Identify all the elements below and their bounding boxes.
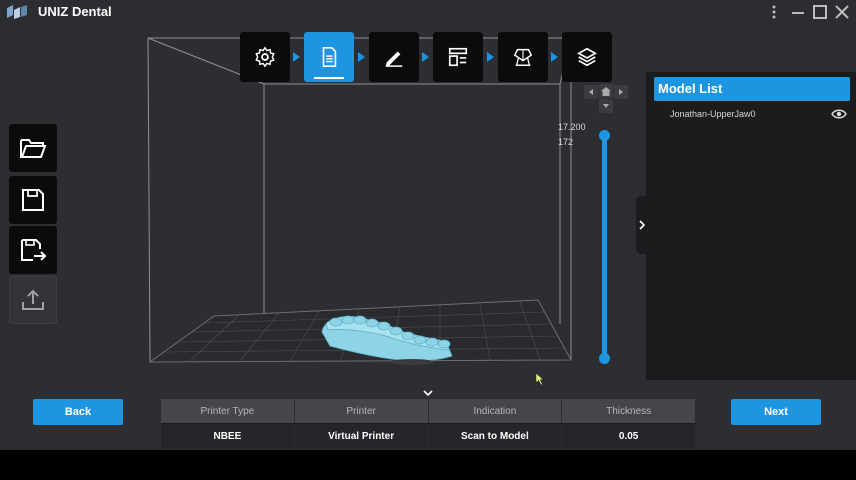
- layers-icon: [577, 47, 597, 67]
- save-icon: [22, 189, 44, 211]
- table-header-indication: Indication: [428, 399, 563, 423]
- upload-icon: [22, 289, 44, 310]
- step-arrow-icon: [422, 52, 429, 62]
- printer-value: Virtual Printer: [294, 423, 429, 449]
- model-list-item[interactable]: Jonathan-UpperJaw0: [654, 106, 850, 124]
- layout-icon: [448, 47, 468, 67]
- next-button[interactable]: Next: [731, 399, 821, 425]
- pan-right-button[interactable]: [614, 85, 628, 99]
- more-options-icon[interactable]: [764, 2, 784, 22]
- table-header-printer: Printer: [294, 399, 429, 423]
- layer-slider-bottom-handle[interactable]: [599, 353, 610, 364]
- layer-height-value: 17.200: [558, 122, 586, 132]
- current-layer-value: 172: [558, 137, 574, 147]
- step-arrow-icon: [293, 52, 300, 62]
- uniz-logo-icon: [7, 5, 27, 19]
- open-file-button[interactable]: [9, 124, 57, 172]
- table-header-printer-type: Printer Type: [161, 399, 295, 423]
- model-list-title: Model List: [658, 81, 723, 96]
- close-icon[interactable]: [832, 2, 852, 22]
- back-button[interactable]: Back: [33, 399, 123, 425]
- printer-info-table: Printer Type Printer Indication Thicknes…: [161, 399, 696, 449]
- save-as-icon: [21, 239, 47, 261]
- chevron-right-icon: [639, 220, 645, 230]
- collapse-info-button[interactable]: [400, 386, 456, 400]
- thickness-value: 0.05: [562, 423, 696, 449]
- view-navigation: [584, 84, 628, 114]
- step-arrow-icon: [358, 52, 365, 62]
- support-icon: [513, 48, 533, 66]
- home-view-button[interactable]: [599, 84, 613, 98]
- step-edit-button[interactable]: [369, 32, 419, 82]
- layer-slider-track[interactable]: [602, 135, 607, 359]
- eye-icon[interactable]: [831, 108, 847, 120]
- step-support-button[interactable]: [498, 32, 548, 82]
- bottom-strip: [0, 450, 856, 480]
- gear-icon: [255, 46, 275, 68]
- step-slice-button[interactable]: [562, 32, 612, 82]
- save-button[interactable]: [9, 176, 57, 224]
- chevron-right-icon: [619, 89, 623, 95]
- table-header-thickness: Thickness: [562, 399, 696, 423]
- maximize-icon[interactable]: [810, 2, 830, 22]
- chevron-left-icon: [589, 89, 593, 95]
- model-name: Jonathan-UpperJaw0: [670, 109, 756, 119]
- layer-slider-top-handle[interactable]: [599, 130, 610, 141]
- home-icon: [601, 86, 611, 96]
- indication-value: Scan to Model: [428, 423, 563, 449]
- step-document-button[interactable]: [304, 32, 354, 82]
- step-arrow-icon: [487, 52, 494, 62]
- step-layout-button[interactable]: [433, 32, 483, 82]
- mouse-cursor-icon: [535, 372, 545, 386]
- chevron-down-icon: [603, 104, 609, 108]
- model-list-panel: Model List Jonathan-UpperJaw0: [646, 72, 856, 380]
- export-button[interactable]: [9, 276, 57, 324]
- title-bar: UNIZ Dental: [0, 0, 856, 24]
- pan-down-button[interactable]: [599, 99, 613, 113]
- minimize-icon[interactable]: [788, 2, 808, 22]
- chevron-down-icon: [423, 390, 433, 396]
- document-icon: [322, 47, 337, 67]
- folder-open-icon: [20, 139, 47, 158]
- step-arrow-icon: [551, 52, 558, 62]
- pan-left-button[interactable]: [584, 85, 598, 99]
- pen-icon: [385, 51, 403, 67]
- model-list-header: Model List: [654, 77, 850, 101]
- save-as-button[interactable]: [9, 226, 57, 274]
- printer-type-value: NBEE: [161, 423, 295, 449]
- step-settings-button[interactable]: [240, 32, 290, 82]
- app-title: UNIZ Dental: [38, 4, 112, 19]
